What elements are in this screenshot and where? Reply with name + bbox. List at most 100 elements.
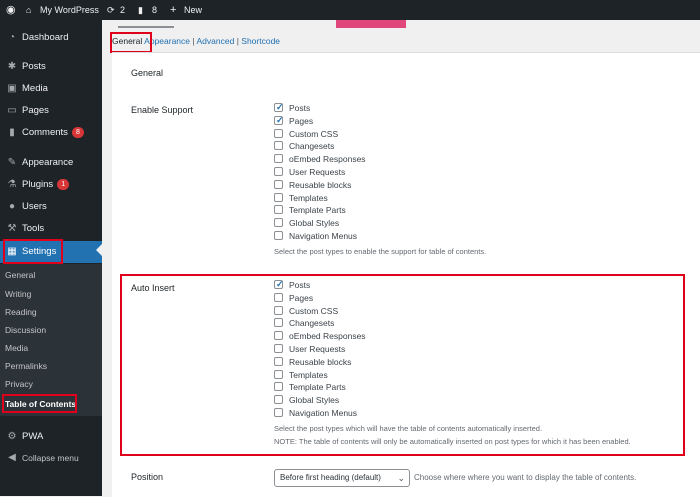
submenu-item-media[interactable]: Media (5, 341, 28, 355)
checkbox-label: Changesets (289, 141, 335, 152)
sidebar-item-label: Dashboard (22, 32, 69, 43)
submenu-item-reading[interactable]: Reading (5, 305, 37, 319)
checkbox-label: Custom CSS (289, 305, 339, 316)
checkbox[interactable] (274, 179, 283, 189)
sidebar-item-comments[interactable]: ▮ Comments 8 (0, 124, 102, 142)
home-icon: ⌂ (26, 5, 32, 15)
checkbox[interactable]: ✓ (274, 114, 284, 125)
sidebar-item-label: PWA (22, 431, 44, 442)
checkbox[interactable] (274, 292, 283, 302)
pin-icon: ✱ (7, 61, 17, 72)
gear-icon: ⚙ (7, 431, 17, 442)
checkbox-label: Reusable blocks (289, 179, 352, 190)
sidebar-item-label: Appearance (22, 157, 74, 168)
position-select[interactable]: Before first heading (default) ⌄ (274, 469, 410, 487)
sidebar-item-pages[interactable]: ▭ Pages (0, 102, 102, 120)
tab-shortcode[interactable]: Shortcode (241, 36, 280, 46)
checkbox[interactable] (274, 395, 283, 405)
checkbox[interactable] (274, 218, 283, 228)
sidebar-item-users[interactable]: ● Users (0, 198, 102, 216)
submenu-item-discussion[interactable]: Discussion (5, 323, 46, 337)
checkbox-label: Pages (289, 115, 314, 126)
checkbox-label: Changesets (289, 318, 335, 329)
checkbox[interactable] (274, 192, 283, 202)
submenu-item-privacy[interactable]: Privacy (5, 377, 33, 391)
comments-count[interactable]: 8 (152, 0, 157, 20)
updates-icon[interactable]: ⟳ (107, 0, 115, 20)
submenu-item-permalinks[interactable]: Permalinks (5, 359, 47, 373)
checkbox[interactable] (274, 369, 283, 379)
checkbox[interactable] (274, 128, 283, 138)
sidebar-item-appearance[interactable]: ✎ Appearance (0, 154, 102, 172)
checkbox[interactable] (274, 356, 283, 366)
checkmark-icon: ✓ (276, 279, 284, 289)
checkbox-label: Navigation Menus (289, 408, 358, 418)
paintbrush-icon: ✎ (7, 157, 17, 168)
top-pink-bar (336, 20, 406, 28)
checkbox-label: User Requests (289, 167, 346, 177)
site-name-link[interactable]: My WordPress (40, 0, 99, 20)
auto-insert-note: NOTE: The table of contents will only be… (274, 437, 631, 446)
checkmark-icon: ✓ (276, 102, 284, 112)
dashboard-icon: ◔ (8, 32, 16, 43)
checkbox[interactable] (274, 231, 283, 240)
sidebar-item-pwa[interactable]: ⚙ PWA (0, 428, 102, 446)
checkbox-label: Global Styles (289, 218, 340, 229)
updates-count[interactable]: 2 (120, 0, 125, 20)
checkbox[interactable] (274, 331, 283, 341)
checkbox-label: Posts (289, 280, 311, 290)
checkbox[interactable] (274, 305, 283, 315)
checkbox-label: oEmbed Responses (289, 154, 366, 165)
submenu-item-writing[interactable]: Writing (5, 287, 31, 301)
sidebar-item-dashboard[interactable]: ◔ Dashboard (0, 29, 102, 47)
comments-icon[interactable]: ▮ (138, 0, 143, 20)
new-link[interactable]: New (184, 0, 202, 20)
checkbox[interactable] (274, 205, 283, 215)
checkbox[interactable] (274, 167, 283, 176)
plug-icon: ⚗ (7, 179, 17, 190)
auto-insert-label: Auto Insert (131, 283, 175, 293)
checkbox-label: Pages (289, 292, 314, 303)
sidebar-item-label: Comments 8 (22, 124, 84, 142)
checkbox-label: Template Parts (289, 205, 346, 216)
checkbox-label: Templates (289, 192, 328, 203)
sidebar-item-media[interactable]: ▣ Media (0, 80, 102, 98)
checkmark-icon: ✓ (276, 114, 284, 125)
checkbox-label: Navigation Menus (289, 231, 358, 241)
checkbox-label: Template Parts (289, 382, 346, 393)
checkbox-label: Global Styles (289, 395, 340, 406)
sidebar-item-posts[interactable]: ✱ Posts (0, 58, 102, 76)
wordpress-logo-icon[interactable]: ◉ (6, 0, 16, 20)
comment-bubble-icon: ▮ (9, 127, 15, 138)
enable-support-label: Enable Support (131, 105, 194, 115)
checkbox-label: oEmbed Responses (289, 331, 366, 342)
plus-icon[interactable]: + (170, 0, 176, 20)
sidebar-item-label: Posts (22, 61, 46, 72)
checkbox[interactable] (274, 382, 283, 392)
checkbox[interactable]: ✓ (274, 279, 284, 289)
active-arrow (96, 244, 102, 256)
users-icon: ● (8, 201, 16, 212)
position-description: Choose where where you want to display t… (414, 473, 637, 482)
checkbox[interactable] (274, 141, 283, 151)
enable-support-description: Select the post types to enable the supp… (274, 247, 487, 256)
position-selected-value: Before first heading (default) (280, 473, 381, 482)
collapse-menu-button[interactable]: ◀ Collapse menu (0, 449, 102, 467)
checkbox[interactable]: ✓ (274, 102, 284, 112)
tab-advanced[interactable]: Advanced (197, 36, 235, 46)
checkbox[interactable] (274, 318, 283, 328)
checkbox[interactable] (274, 408, 283, 417)
checkbox[interactable] (274, 154, 283, 164)
sidebar-item-label: Collapse menu (22, 453, 79, 463)
sidebar-item-plugins[interactable]: ⚗ Plugins 1 (0, 176, 102, 194)
checkbox[interactable] (274, 344, 283, 353)
checkbox-label: User Requests (289, 344, 346, 354)
highlight-table-of-contents (2, 394, 77, 413)
checkbox-label: Custom CSS (289, 128, 339, 139)
sidebar-item-tools[interactable]: ⚒ Tools (0, 220, 102, 238)
tab-separator: | (236, 36, 239, 46)
highlight-general-tab (110, 32, 152, 53)
submenu-item-general[interactable]: General (5, 268, 35, 282)
admin-bar: ◉ ⌂ My WordPress ⟳ 2 ▮ 8 + New (0, 0, 700, 20)
collapse-arrow-icon: ◀ (8, 452, 16, 463)
